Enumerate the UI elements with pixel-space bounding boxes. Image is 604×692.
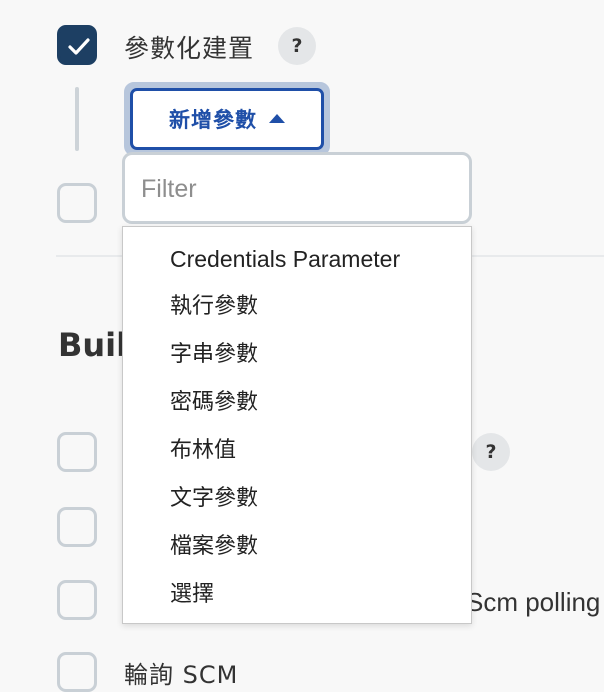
- filter-field[interactable]: [122, 152, 472, 224]
- scm-polling-label: Scm polling: [466, 587, 601, 617]
- build-trigger-checkbox-4[interactable]: [57, 652, 97, 692]
- filter-input[interactable]: [139, 169, 443, 209]
- param-build-label: 參數化建置: [124, 34, 255, 63]
- menu-item-run-param[interactable]: 執行參數: [170, 287, 258, 327]
- build-trigger-checkbox-3[interactable]: [57, 580, 97, 620]
- menu-item-file-param[interactable]: 檔案參數: [170, 527, 258, 567]
- poll-scm-label: 輪詢 SCM: [124, 661, 239, 689]
- menu-item-boolean-param[interactable]: 布林值: [170, 431, 236, 471]
- parameter-type-menu: Credentials Parameter 執行參數 字串參數 密碼參數 布林值…: [122, 226, 472, 624]
- build-trigger-checkbox-1[interactable]: [57, 432, 97, 472]
- menu-item-password-param[interactable]: 密碼參數: [170, 383, 258, 423]
- menu-item-string-param[interactable]: 字串參數: [170, 335, 258, 375]
- build-trigger-checkbox-2[interactable]: [57, 507, 97, 547]
- question-mark-icon[interactable]: ?: [472, 433, 510, 471]
- checkmark-icon: [68, 38, 90, 55]
- option-checkbox-2[interactable]: [57, 183, 97, 223]
- menu-item-credentials[interactable]: Credentials Parameter: [170, 239, 400, 279]
- nested-indent-line: [75, 87, 79, 151]
- param-build-checkbox[interactable]: [57, 25, 97, 65]
- build-section-title: Buil: [58, 326, 128, 364]
- question-mark-icon[interactable]: ?: [278, 27, 316, 65]
- add-parameter-label: 新增參數: [169, 108, 257, 132]
- caret-up-icon: [269, 113, 285, 123]
- menu-item-text-param[interactable]: 文字參數: [170, 479, 258, 519]
- add-parameter-button[interactable]: 新增參數: [124, 82, 330, 156]
- menu-item-choice-param[interactable]: 選擇: [170, 575, 214, 615]
